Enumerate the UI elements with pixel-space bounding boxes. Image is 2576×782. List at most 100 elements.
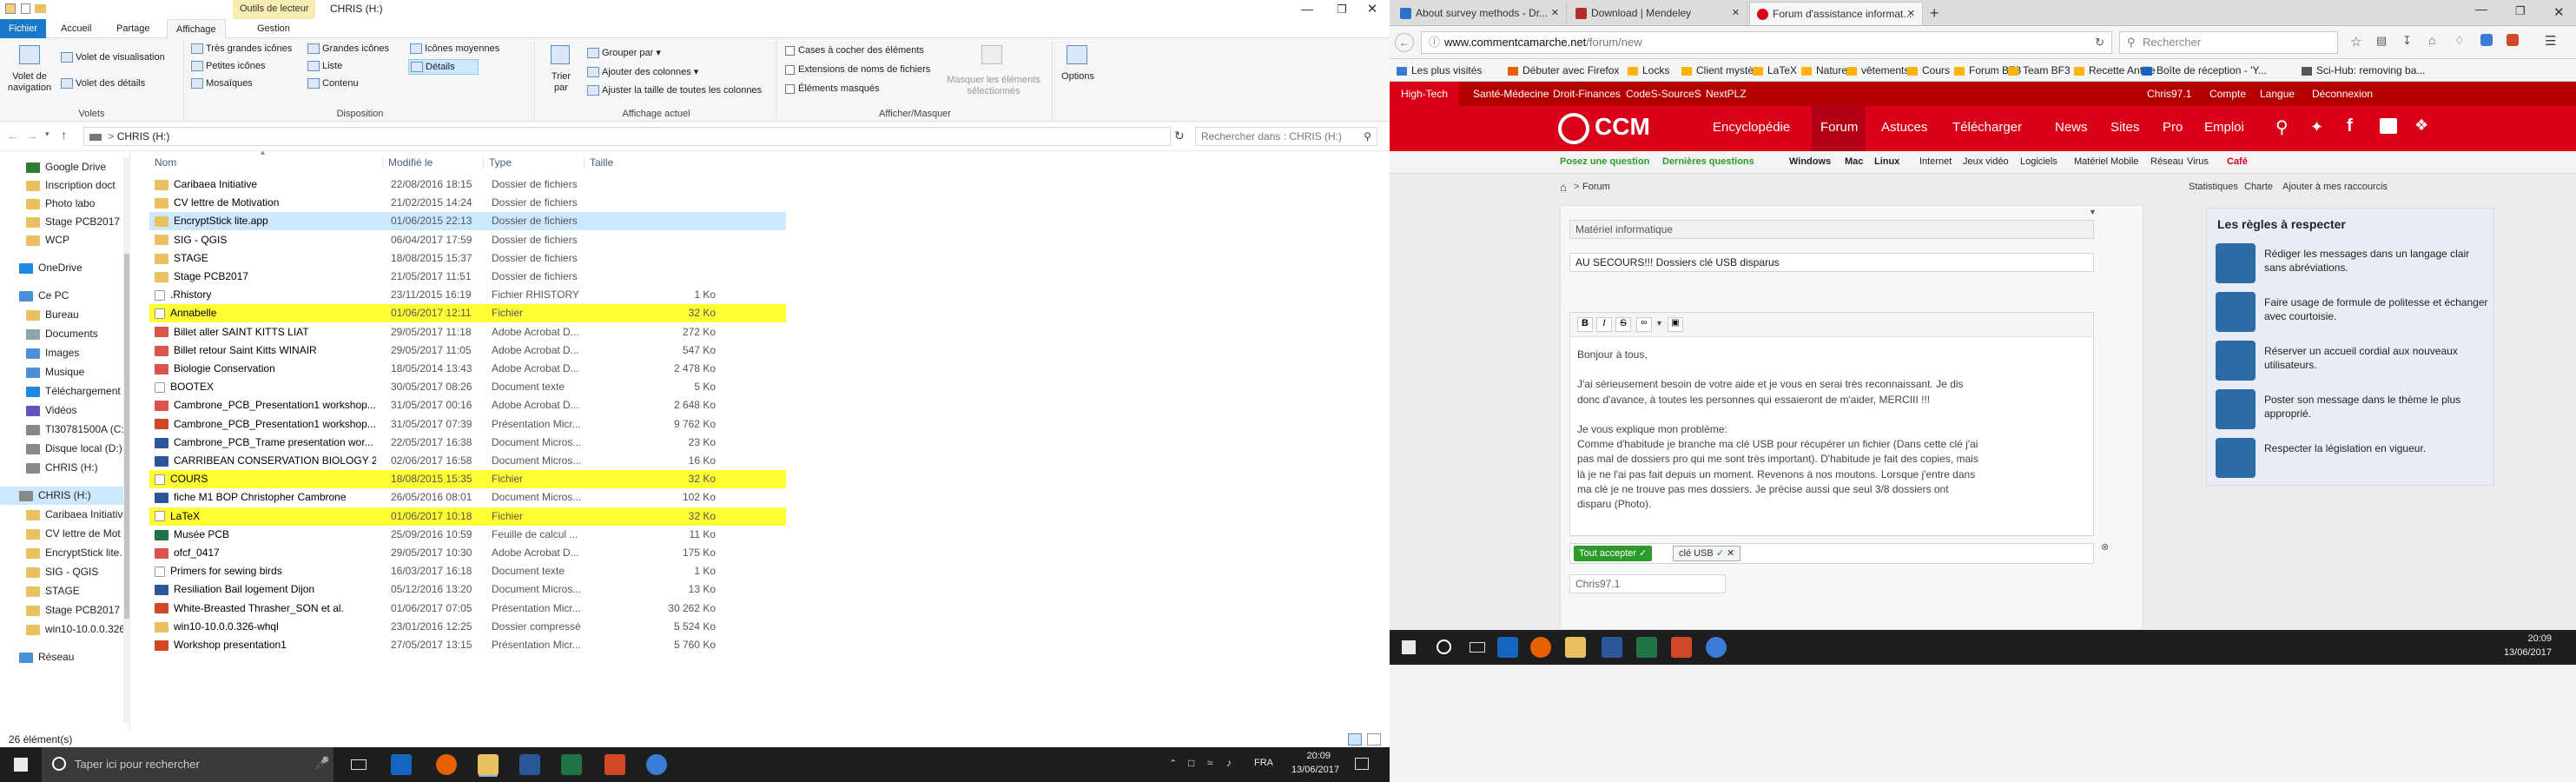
nav-item[interactable]: CV lettre de Mot xyxy=(0,525,127,543)
menu-icon[interactable]: ☰ xyxy=(2545,33,2556,49)
firefox-icon[interactable] xyxy=(1530,637,1551,658)
file-row[interactable]: SIG - QGIS 06/04/2017 17:59 Dossier de fic… xyxy=(149,231,786,249)
search-icon[interactable]: ⚲ xyxy=(2275,116,2289,138)
file-row[interactable]: Caribaea Initiative 22/08/2016 18:15 Dossi… xyxy=(149,176,786,194)
nav-item[interactable]: Disque local (D:) xyxy=(0,440,127,458)
file-row[interactable]: Resiliation Bail logement Dijon 05/12/201… xyxy=(149,580,786,599)
minimize-icon[interactable]: — xyxy=(1290,0,1324,19)
nav-sites[interactable]: Sites xyxy=(2110,120,2139,135)
qat-icon[interactable] xyxy=(5,3,16,14)
wifi-icon[interactable]: ≈ xyxy=(1207,757,1213,769)
new-tab-icon[interactable]: + xyxy=(1930,4,1939,23)
tab-survey[interactable]: About survey methods - Dr... ✕ xyxy=(1393,2,1567,25)
scrollbar-thumb[interactable] xyxy=(124,254,129,619)
clear-tags-icon[interactable]: ⊗ xyxy=(2101,541,2109,553)
bookmark-star-icon[interactable]: ☆ xyxy=(2350,34,2361,50)
bookmark-item[interactable]: Client mystère xyxy=(1681,59,1763,82)
browser-back-icon[interactable]: ← xyxy=(1395,33,1414,52)
file-row[interactable]: Musée PCB 25/09/2016 10:59 Feuille de calc… xyxy=(149,526,786,544)
outlook-icon[interactable] xyxy=(391,754,412,775)
powerpoint-icon[interactable] xyxy=(604,754,625,775)
sub-nav-item[interactable]: Linux xyxy=(1874,156,1899,167)
user-link-account[interactable]: Compte xyxy=(2209,82,2246,106)
nav-item[interactable]: Téléchargement xyxy=(0,382,127,401)
clock-date[interactable]: 13/06/2017 xyxy=(2498,647,2552,658)
nav-news[interactable]: News xyxy=(2055,120,2088,135)
file-row[interactable]: BOOTEX 30/05/2017 08:26 Document texte 5 Ko xyxy=(149,378,786,396)
url-bar[interactable]: ⓘ www.commentcamarche.net/forum/new ↻ xyxy=(1421,31,2112,54)
nav-item[interactable]: Caribaea Initiativ xyxy=(0,506,127,524)
layout-details[interactable]: Détails xyxy=(408,59,479,76)
twitter-icon[interactable]: ✦ xyxy=(2310,118,2323,136)
column-header-type[interactable]: Type xyxy=(483,156,512,169)
bookmark-item[interactable]: Débuter avec Firefox xyxy=(1508,59,1619,82)
file-row[interactable]: Biologie Conservation 18/05/2014 13:43 Ado… xyxy=(149,360,786,378)
crumb-shortcuts[interactable]: Ajouter à mes raccourcis xyxy=(2282,182,2388,192)
crumb-stats[interactable]: Statistiques xyxy=(2189,182,2238,192)
file-explorer-icon[interactable] xyxy=(1565,637,1586,658)
nav-scrollbar[interactable] xyxy=(123,158,130,723)
file-row[interactable]: ofcf_0417 29/05/2017 10:30 Adobe Acrobat D… xyxy=(149,544,786,562)
bookmark-item[interactable]: Nature xyxy=(1801,59,1847,82)
nav-pane-button[interactable]: Volet de navigation xyxy=(7,45,52,94)
excel-icon[interactable] xyxy=(1636,637,1657,658)
task-view-icon[interactable] xyxy=(1470,642,1485,653)
layout-large-icons[interactable]: Grandes icônes xyxy=(307,43,389,55)
sort-by-button[interactable]: Trier par xyxy=(544,45,578,94)
top-link-nextplz[interactable]: NextPLZ xyxy=(1706,82,1747,106)
extension-icon[interactable] xyxy=(2480,34,2493,46)
title-tool-tab[interactable]: Outils de lecteur xyxy=(233,0,316,19)
back-arrow-icon[interactable]: ← xyxy=(7,129,19,142)
nav-item[interactable]: EncryptStick lite. xyxy=(0,544,127,562)
address-bar[interactable]: > CHRIS (H:) xyxy=(83,127,1171,146)
file-row[interactable]: Workshop presentation1 27/05/2017 13:15 Pr… xyxy=(149,636,786,654)
layout-list[interactable]: Liste xyxy=(307,61,342,72)
hidden-items-toggle[interactable]: Éléments masqués xyxy=(785,83,880,94)
sub-nav-item[interactable]: Café xyxy=(2227,156,2248,167)
tab-close-icon[interactable]: ✕ xyxy=(1551,2,1559,24)
file-row[interactable]: Billet aller SAINT KITTS LIAT 29/05/2017 … xyxy=(149,323,786,341)
downloads-icon[interactable]: ↧ xyxy=(2402,34,2412,48)
recent-dropdown-icon[interactable]: ▾ xyxy=(45,129,50,139)
volume-icon[interactable]: ♪ xyxy=(1226,757,1232,769)
file-row[interactable]: win10-10.0.0.326-whql 23/01/2016 12:25 Dos… xyxy=(149,618,786,636)
browser-minimize-icon[interactable]: — xyxy=(2475,2,2487,16)
app-icon[interactable] xyxy=(1706,637,1727,658)
top-link-high-tech[interactable]: High-Tech xyxy=(1390,82,1459,106)
nav-item[interactable]: Réseau xyxy=(0,648,127,666)
code-icon[interactable]: ∞ xyxy=(1636,317,1652,332)
hide-selected-button[interactable]: Masquer les éléments sélectionnés xyxy=(941,45,1046,97)
reload-icon[interactable]: ↻ xyxy=(2095,32,2104,53)
details-view-icon[interactable] xyxy=(1348,733,1362,746)
up-arrow-icon[interactable]: ↑ xyxy=(61,128,67,142)
nav-pro[interactable]: Pro xyxy=(2163,120,2183,135)
subject-input[interactable]: AU SECOURS!!! Dossiers clé USB disparus xyxy=(1569,253,2094,272)
nav-item[interactable]: SIG - QGIS xyxy=(0,563,127,581)
pocket-icon[interactable]: ♢ xyxy=(2454,34,2465,48)
user-link-logout[interactable]: Déconnexion xyxy=(2312,82,2373,106)
fit-columns-button[interactable]: Ajuster la taille de toutes les colonnes xyxy=(587,85,762,96)
word-icon[interactable] xyxy=(1602,637,1622,658)
nav-encyclopedie[interactable]: Encyclopédie xyxy=(1713,120,1790,135)
tray-up-icon[interactable]: ⌃ xyxy=(1169,758,1177,769)
file-row[interactable]: EncryptStick lite.app 01/06/2015 22:13 Dos… xyxy=(149,212,786,231)
file-row[interactable]: Cambrone_PCB_Trame presentation wor... 22… xyxy=(149,434,786,452)
nav-item[interactable]: STAGE xyxy=(0,582,127,600)
remove-tag-icon[interactable]: ✕ xyxy=(1727,548,1734,559)
nav-item[interactable]: WCP xyxy=(0,231,127,249)
refresh-icon[interactable]: ↻ xyxy=(1174,129,1185,143)
nav-item[interactable]: win10-10.0.0.326 xyxy=(0,620,127,639)
crumb-charte[interactable]: Charte xyxy=(2244,182,2273,192)
preview-pane-button[interactable]: Volet de visualisation xyxy=(61,52,165,63)
bookmark-item[interactable]: Les plus visités xyxy=(1397,59,1482,82)
file-row[interactable]: Stage PCB2017 21/05/2017 11:51 Dossier de … xyxy=(149,268,786,286)
layout-small-icons[interactable]: Petites icônes xyxy=(191,61,265,72)
outlook-icon[interactable] xyxy=(1497,637,1518,658)
message-editor[interactable]: B I S ∞ ▼ ▣ Bonjour à tous, J'ai sérieuse… xyxy=(1569,312,2094,536)
user-link-language[interactable]: Langue xyxy=(2260,82,2295,106)
nav-astuces[interactable]: Astuces xyxy=(1881,120,1927,135)
tab-ccm-forum[interactable]: Forum d'assistance informat... ✕ xyxy=(1749,2,1923,25)
file-row[interactable]: Primers for sewing birds 16/03/2017 16:18… xyxy=(149,562,786,580)
clock-date[interactable]: 13/06/2017 xyxy=(1285,765,1339,775)
close-icon[interactable]: ✕ xyxy=(1355,0,1390,19)
